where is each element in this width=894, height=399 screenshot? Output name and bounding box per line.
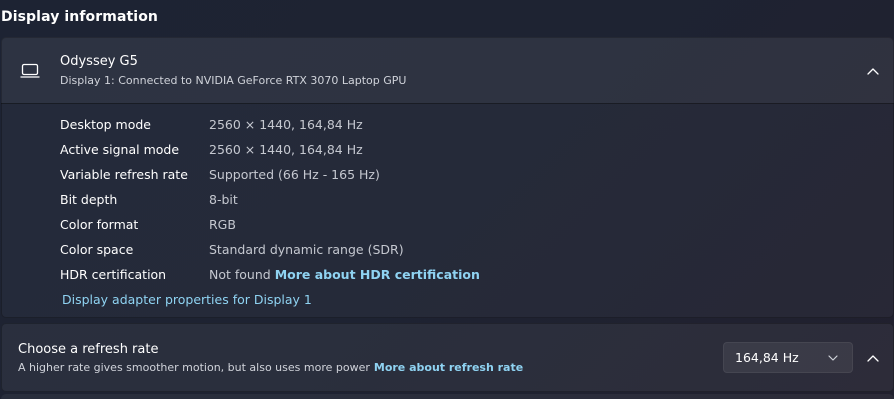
chevron-up-icon — [867, 68, 879, 75]
info-label: Variable refresh rate — [60, 167, 188, 182]
display-subtitle: Display 1: Connected to NVIDIA GeForce R… — [60, 74, 407, 87]
hdr-certification-link[interactable]: More about HDR certification — [275, 267, 480, 282]
info-value: RGB — [209, 217, 236, 232]
section-title: Display information — [1, 9, 158, 25]
info-label: Desktop mode — [60, 117, 151, 132]
refresh-rate-learn-more-link[interactable]: More about refresh rate — [374, 361, 523, 374]
display-adapter-properties-link[interactable]: Display adapter properties for Display 1 — [62, 292, 312, 307]
info-label: Active signal mode — [60, 142, 180, 157]
next-card-edge — [1, 394, 894, 399]
info-value: 8-bit — [209, 192, 238, 207]
info-value: 2560 × 1440, 164,84 Hz — [209, 117, 363, 132]
collapse-refresh-rate-button[interactable] — [858, 343, 888, 373]
display-card-header[interactable]: Odyssey G5 Display 1: Connected to NVIDI… — [1, 37, 894, 104]
info-value-with-link: Not found More about HDR certification — [209, 267, 480, 282]
refresh-rate-dropdown[interactable]: 164,84 Hz — [723, 342, 853, 373]
monitor-icon — [20, 63, 40, 78]
collapse-display-button[interactable] — [858, 56, 888, 86]
refresh-rate-subtitle-line: A higher rate gives smoother motion, but… — [18, 361, 523, 374]
chevron-down-icon — [828, 355, 838, 361]
info-label: Bit depth — [60, 192, 118, 207]
info-label: Color format — [60, 217, 139, 232]
refresh-rate-selected-value: 164,84 Hz — [735, 350, 799, 365]
info-value: Supported (66 Hz - 165 Hz) — [209, 167, 380, 182]
info-value: 2560 × 1440, 164,84 Hz — [209, 142, 363, 157]
chevron-up-icon — [867, 355, 879, 362]
info-label: HDR certification — [60, 267, 167, 282]
refresh-rate-title: Choose a refresh rate — [18, 342, 159, 357]
refresh-rate-subtitle: A higher rate gives smoother motion, but… — [18, 361, 370, 374]
refresh-rate-card[interactable]: Choose a refresh rate A higher rate give… — [1, 323, 894, 392]
info-value: Standard dynamic range (SDR) — [209, 242, 404, 257]
info-value: Not found — [209, 267, 271, 282]
info-label: Color space — [60, 242, 134, 257]
display-card: Odyssey G5 Display 1: Connected to NVIDI… — [1, 37, 894, 318]
display-name: Odyssey G5 — [60, 54, 138, 69]
